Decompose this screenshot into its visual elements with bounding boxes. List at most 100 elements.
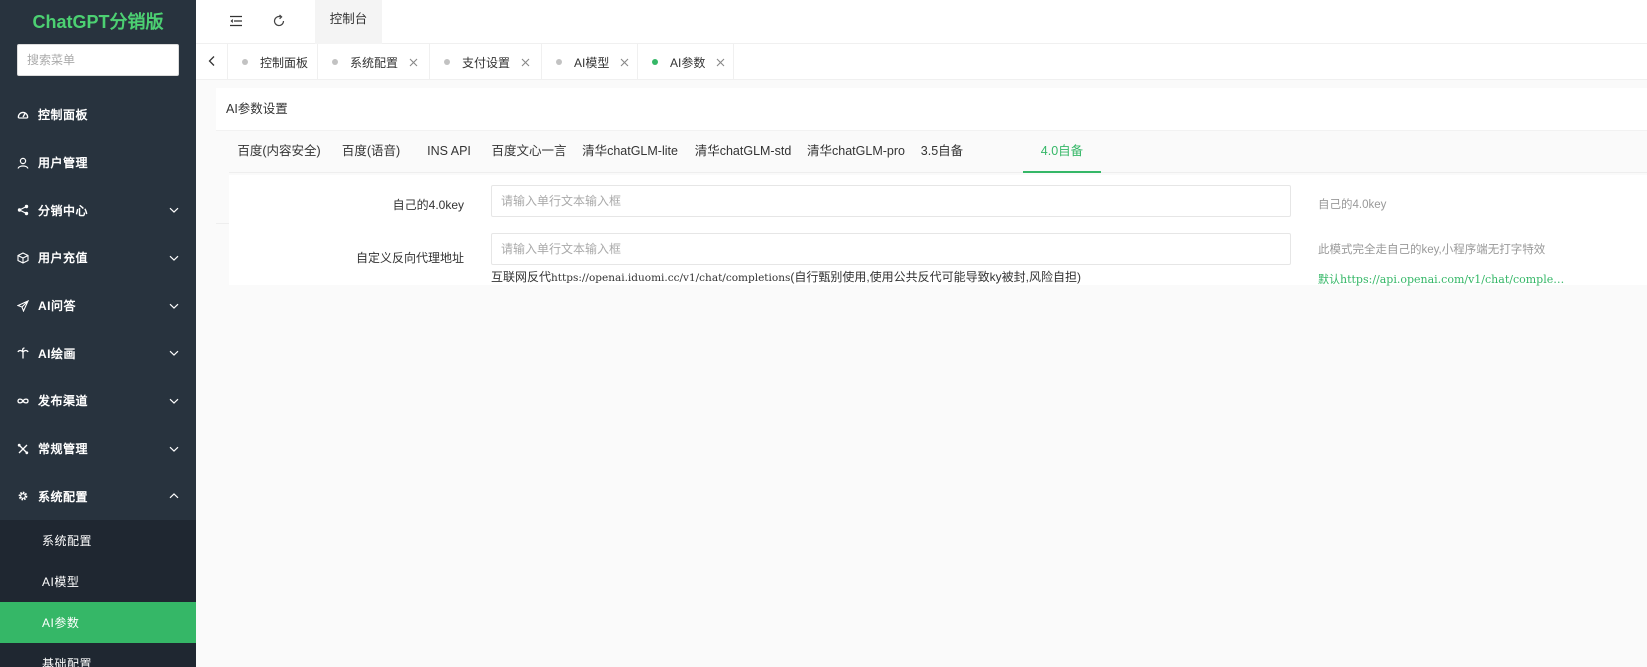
- close-icon[interactable]: [715, 57, 725, 67]
- settings-form: 自己的4.0key 自己的4.0key 自定义反向代理地址 互联网反代https…: [229, 175, 1647, 287]
- tab-status-dot: [652, 59, 658, 65]
- chevron-down-icon: [168, 347, 180, 359]
- tab-console[interactable]: 控制台: [315, 0, 382, 44]
- close-icon[interactable]: [520, 57, 530, 67]
- submenu-item-basic-config[interactable]: 基础配置: [0, 643, 196, 667]
- sidebar-item-distribution[interactable]: 分销中心: [0, 186, 196, 234]
- sidebar: ChatGPT分销版 控制面板 用户管理 分销中心 用户充值: [0, 0, 196, 667]
- menu-search-input[interactable]: [17, 44, 179, 76]
- sidebar-item-label: 系统配置: [38, 489, 89, 504]
- indent-icon: [229, 14, 243, 31]
- share-icon: [17, 204, 29, 216]
- user-icon: [17, 157, 29, 169]
- submenu-item-label: AI模型: [42, 575, 80, 590]
- sidebar-item-dashboard[interactable]: 控制面板: [0, 91, 196, 139]
- sidebar-item-ai-qa[interactable]: AI问答: [0, 282, 196, 330]
- page-tab-system-config[interactable]: 系统配置: [318, 44, 430, 80]
- brand-logo: ChatGPT分销版: [32, 12, 164, 32]
- submenu-item-label: AI参数: [42, 616, 80, 631]
- cube-icon: [17, 252, 29, 264]
- close-icon[interactable]: [619, 57, 629, 67]
- divider: [216, 223, 229, 224]
- tab-status-dot: [444, 59, 450, 65]
- tab-status-dot: [242, 59, 248, 65]
- key-input[interactable]: [491, 185, 1291, 217]
- page-tabs-bar: 控制面板 系统配置 支付设置 AI模型 AI参数: [196, 44, 1647, 80]
- chevron-left-icon: [207, 55, 217, 70]
- page-tab-ai-model[interactable]: AI模型: [542, 44, 638, 80]
- submenu-item-ai-model[interactable]: AI模型: [0, 561, 196, 602]
- proxy-help-url: https://openai.iduomi.cc/v1/chat/complet…: [551, 272, 791, 284]
- proxy-help-suffix: (自行甄别使用,使用公共反代可能导致ky被封,风险自担): [790, 270, 1082, 284]
- page-tab-label: AI参数: [670, 55, 706, 70]
- page-tab-label: AI模型: [574, 55, 610, 70]
- sidebar-item-ai-drawing[interactable]: AI绘画: [0, 329, 196, 377]
- tab-chatglm-pro[interactable]: 清华chatGLM-pro: [799, 131, 913, 173]
- submenu-item-ai-params[interactable]: AI参数: [0, 602, 196, 644]
- chevron-up-icon: [168, 490, 180, 502]
- tools-icon: [17, 443, 29, 455]
- tabs-scroll-left-button[interactable]: [196, 44, 228, 80]
- chevron-down-icon: [168, 252, 180, 264]
- tab-status-dot: [332, 59, 338, 65]
- proxy-help-prefix: 互联网反代: [491, 270, 552, 284]
- infinity-icon: [17, 395, 29, 407]
- refresh-button[interactable]: [258, 0, 300, 44]
- sidebar-item-system-config[interactable]: 系统配置: [0, 473, 196, 521]
- sidebar-item-label: 发布渠道: [38, 394, 89, 409]
- tab-baidu-wenxin[interactable]: 百度文心一言: [485, 131, 573, 173]
- page-tab-payment[interactable]: 支付设置: [430, 44, 542, 80]
- sidebar-menu: 控制面板 用户管理 分销中心 用户充值 AI问答 AI绘画 发布渠道 常规管理 …: [0, 91, 196, 667]
- field-aux-key: 自己的4.0key: [1318, 199, 1387, 211]
- proxy-help-text: 互联网反代https://openai.iduomi.cc/v1/chat/co…: [491, 268, 1081, 285]
- tab-status-dot: [556, 59, 562, 65]
- field-aux-proxy: 此模式完全走自己的key,小程序端无打字特效: [1318, 244, 1546, 256]
- sidebar-item-label: AI问答: [38, 299, 77, 314]
- chevron-down-icon: [168, 395, 180, 407]
- sidebar-item-label: 控制面板: [38, 108, 89, 123]
- field-label-proxy: 自定义反向代理地址: [355, 251, 464, 265]
- proxy-url-input[interactable]: [491, 233, 1291, 265]
- menu-toggle-button[interactable]: [215, 0, 257, 44]
- refresh-icon: [272, 14, 286, 31]
- page-tab-label: 支付设置: [462, 55, 511, 70]
- tab-baidu-content-safety[interactable]: 百度(内容安全): [229, 131, 329, 173]
- sidebar-item-label: 常规管理: [38, 442, 89, 457]
- page-tab-label: 系统配置: [350, 55, 399, 70]
- sidebar-item-general[interactable]: 常规管理: [0, 425, 196, 473]
- tab-gpt40-own[interactable]: 4.0自备: [1023, 131, 1101, 173]
- default-proxy-link[interactable]: 默认https://api.openai.com/v1/chat/complet…: [1318, 271, 1568, 287]
- tab-chatglm-std[interactable]: 清华chatGLM-std: [687, 131, 799, 173]
- sidebar-item-label: 分销中心: [38, 203, 89, 218]
- send-icon: [17, 299, 29, 312]
- submenu-item-label: 基础配置: [42, 657, 93, 667]
- gear-icon: [17, 490, 29, 502]
- palm-icon: [17, 347, 29, 359]
- sidebar-item-recharge[interactable]: 用户充值: [0, 234, 196, 282]
- sidebar-item-label: 用户管理: [38, 156, 89, 171]
- sidebar-item-label: 用户充值: [38, 251, 89, 266]
- sidebar-item-label: AI绘画: [38, 346, 77, 361]
- sidebar-item-users[interactable]: 用户管理: [0, 139, 196, 187]
- chevron-down-icon: [168, 443, 180, 455]
- tab-chatglm-lite[interactable]: 清华chatGLM-lite: [573, 131, 687, 173]
- main-content: AI参数设置 百度(内容安全) 百度(语音) INS API 百度文心一言 清华…: [196, 80, 1647, 667]
- tab-gpt35-own[interactable]: 3.5自备: [913, 131, 971, 173]
- field-label-key: 自己的4.0key: [392, 198, 464, 212]
- page-tab-ai-params[interactable]: AI参数: [638, 44, 734, 80]
- chevron-down-icon: [168, 300, 180, 312]
- page-tab-label: 控制面板: [260, 55, 309, 70]
- submenu-item-system-config[interactable]: 系统配置: [0, 520, 196, 561]
- dashboard-icon: [17, 109, 29, 121]
- page-tab-dashboard[interactable]: 控制面板: [228, 44, 318, 80]
- chevron-down-icon: [168, 204, 180, 216]
- close-icon[interactable]: [408, 57, 418, 67]
- tab-ins-api[interactable]: INS API: [413, 131, 485, 173]
- top-bar: 控制台: [196, 0, 1647, 44]
- submenu-item-label: 系统配置: [42, 534, 93, 549]
- settings-tabs: 百度(内容安全) 百度(语音) INS API 百度文心一言 清华chatGLM…: [229, 131, 1647, 173]
- page-title: AI参数设置: [216, 88, 1647, 131]
- sidebar-item-channels[interactable]: 发布渠道: [0, 377, 196, 425]
- system-config-submenu: 系统配置 AI模型 AI参数 基础配置: [0, 520, 196, 667]
- tab-baidu-voice[interactable]: 百度(语音): [329, 131, 413, 173]
